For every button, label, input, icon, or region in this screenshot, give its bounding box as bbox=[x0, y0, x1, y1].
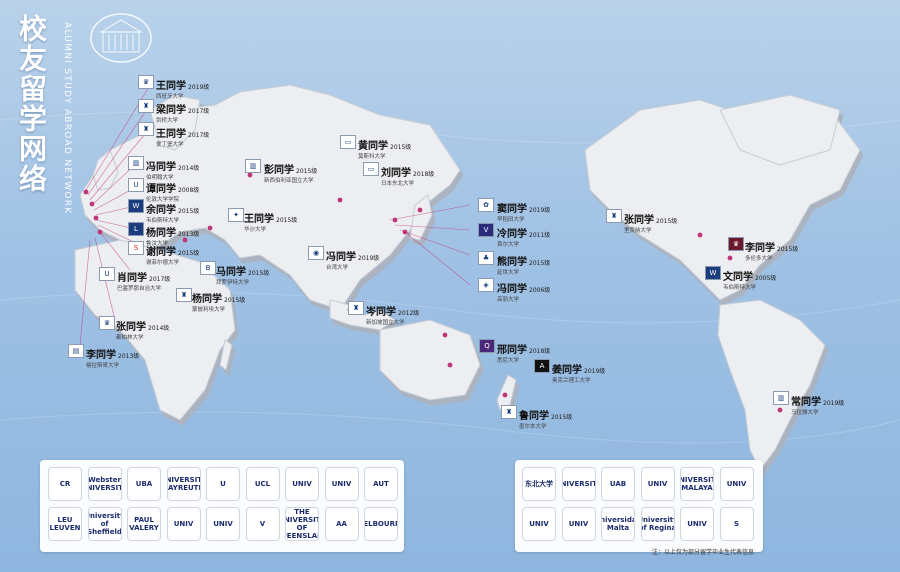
alumni-label: 鲁同学 2015级 墨尔本大学 bbox=[519, 411, 573, 430]
university-logo-tile: UNIV bbox=[680, 507, 714, 541]
university-logo-tile: UCL bbox=[245, 467, 280, 501]
univ-crest-icon: ◉ bbox=[308, 246, 324, 260]
univ-crest-icon: W bbox=[705, 266, 721, 280]
univ-crest-icon: ▥ bbox=[245, 159, 261, 173]
university-logo-tile: CR bbox=[48, 467, 82, 501]
australia-land bbox=[379, 319, 481, 401]
univ-crest-icon: ◈ bbox=[478, 278, 494, 292]
univ-crest-icon: S bbox=[128, 241, 144, 255]
alumni-label: 彭同学 2015级 新西伯利亚国立大学 bbox=[264, 165, 318, 184]
univ-crest-icon: ✿ bbox=[478, 198, 494, 212]
univ-crest-icon: ▥ bbox=[773, 391, 789, 405]
univ-crest-icon: V bbox=[478, 223, 494, 237]
univ-crest-icon: ✦ bbox=[228, 208, 244, 222]
univ-crest-icon: ♛ bbox=[99, 316, 115, 330]
univ-crest-icon: ▭ bbox=[340, 135, 356, 149]
univ-crest-icon: A bbox=[534, 359, 550, 373]
univ-crest-icon: ♜ bbox=[176, 288, 192, 302]
alumni-label: 常同学 2019级 马拉雅大学 bbox=[791, 397, 845, 416]
alumni-label: 王同学 2019级 西班牙大学 bbox=[156, 81, 210, 100]
map-poster: 校友留学网络 ALUMNI STUDY ABROAD NETWORK 王同学 20… bbox=[0, 0, 900, 572]
alumni-label: 肖同学 2017级 巴塞罗那自治大学 bbox=[117, 273, 171, 292]
university-logo-tile: UNIVERSITY BAYREUTH bbox=[166, 467, 201, 501]
university-logo-tile: UNIV bbox=[640, 467, 675, 501]
univ-crest-icon: ♜ bbox=[138, 99, 154, 113]
university-logo-tile: AA bbox=[324, 507, 359, 541]
univ-crest-icon: ♣ bbox=[478, 251, 494, 265]
alumni-label: 马同学 2015级 拜罗伊特大学 bbox=[216, 267, 270, 286]
alumni-label: 冯同学 2019级 台湾大学 bbox=[326, 252, 380, 271]
university-logo-tile: S bbox=[719, 507, 754, 541]
univ-crest-icon: U bbox=[99, 267, 115, 281]
alumni-label: 冯同学 2006级 高丽大学 bbox=[497, 284, 551, 303]
univ-crest-icon: ♜ bbox=[501, 405, 517, 419]
page-title: 校友留学网络 bbox=[15, 14, 48, 194]
alumni-label: 黄同学 2015级 莫斯科大学 bbox=[358, 141, 412, 160]
alumni-label: 刘同学 2018级 日本东北大学 bbox=[381, 168, 435, 187]
alumni-label: 张同学 2015级 里贾纳大学 bbox=[624, 215, 678, 234]
univ-crest-icon: Q bbox=[479, 339, 495, 353]
alumni-label: 文同学 2005级 韦伯斯特大学 bbox=[723, 272, 777, 291]
alumni-label: 姜同学 2019级 奥克兰理工大学 bbox=[552, 365, 606, 384]
univ-crest-icon: ▭ bbox=[363, 162, 379, 176]
university-logo-tile: U bbox=[206, 467, 240, 501]
university-logo-tile: UNIV bbox=[324, 467, 359, 501]
univ-crest-icon: L bbox=[128, 222, 144, 236]
university-logo-tile: PAUL VALÉRY bbox=[127, 507, 161, 541]
university-logo-tile: UNIV bbox=[561, 507, 596, 541]
footnote: 注：以上仅为部分留学毕业生代表信息 bbox=[652, 549, 755, 556]
university-logo-tile: UNIV bbox=[206, 507, 240, 541]
university-logo-tile: V bbox=[245, 507, 280, 541]
university-logo-tile: AUT bbox=[364, 467, 398, 501]
page-subtitle: ALUMNI STUDY ABROAD NETWORK bbox=[62, 22, 72, 215]
univ-crest-icon: ▥ bbox=[128, 156, 144, 170]
university-logo-tile: MELBOURNE bbox=[364, 507, 398, 541]
alumni-label: 谢同学 2015级 谢菲尔德大学 bbox=[146, 247, 200, 266]
univ-crest-icon: W bbox=[128, 199, 144, 213]
university-logo-tile: UNIVERSITY bbox=[561, 467, 596, 501]
university-logo-tile: UNIV bbox=[719, 467, 754, 501]
univ-crest-icon: ♜ bbox=[138, 122, 154, 136]
university-logo-tile: UNIV bbox=[166, 507, 201, 541]
univ-crest-icon: ♛ bbox=[138, 75, 154, 89]
alumni-label: 梁同学 2017级 剑桥大学 bbox=[156, 105, 210, 124]
alumni-label: 李同学 2013级 格拉斯哥大学 bbox=[86, 350, 140, 369]
school-emblem bbox=[90, 13, 152, 63]
univ-crest-icon: ♜ bbox=[606, 209, 622, 223]
alumni-label: 窦同学 2019级 早稻田大学 bbox=[497, 204, 551, 223]
univ-crest-icon: ♛ bbox=[728, 237, 744, 251]
university-logo-tile: UNIV bbox=[522, 507, 556, 541]
univ-crest-icon: U bbox=[128, 178, 144, 192]
south-america-land bbox=[717, 299, 826, 471]
university-logo-tile: University of Sheffield bbox=[87, 507, 122, 541]
alumni-label: 杨同学 2015级 蒙彼利埃大学 bbox=[192, 294, 246, 313]
university-logo-tile: Webster UNIVERSITY bbox=[87, 467, 122, 501]
university-logo-tile: UAB bbox=[601, 467, 635, 501]
alumni-label: 李同学 2015级 多伦多大学 bbox=[745, 243, 799, 262]
university-logo-tile: LEU LEUVEN bbox=[48, 507, 82, 541]
alumni-label: 岑同学 2012级 新加坡国立大学 bbox=[366, 307, 420, 326]
university-logo-tile: Universidad Malta bbox=[601, 507, 635, 541]
alumni-label: 王同学 2015级 华沙大学 bbox=[244, 214, 298, 233]
alumni-label: 熊同学 2015级 延世大学 bbox=[497, 257, 551, 276]
university-logo-tile: THE UNIVERSITY OF QUEENSLAND bbox=[285, 507, 319, 541]
university-logo-tile: University of Regina bbox=[640, 507, 675, 541]
university-logo-tile: UNIVERSITY MALAYA bbox=[680, 467, 714, 501]
univ-crest-icon: B bbox=[200, 261, 216, 275]
alumni-label: 王同学 2017级 爱丁堡大学 bbox=[156, 129, 210, 148]
univ-crest-icon: ▤ bbox=[68, 344, 84, 358]
alumni-label: 张同学 2014级 都柏林大学 bbox=[116, 322, 170, 341]
university-logo-tile: UBA bbox=[127, 467, 161, 501]
university-logo-tile: 东北大学 bbox=[522, 467, 556, 501]
university-logo-tile: UNIV bbox=[285, 467, 319, 501]
univ-crest-icon: ♜ bbox=[348, 301, 364, 315]
alumni-label: 冷同学 2011级 首尔大学 bbox=[497, 229, 551, 248]
